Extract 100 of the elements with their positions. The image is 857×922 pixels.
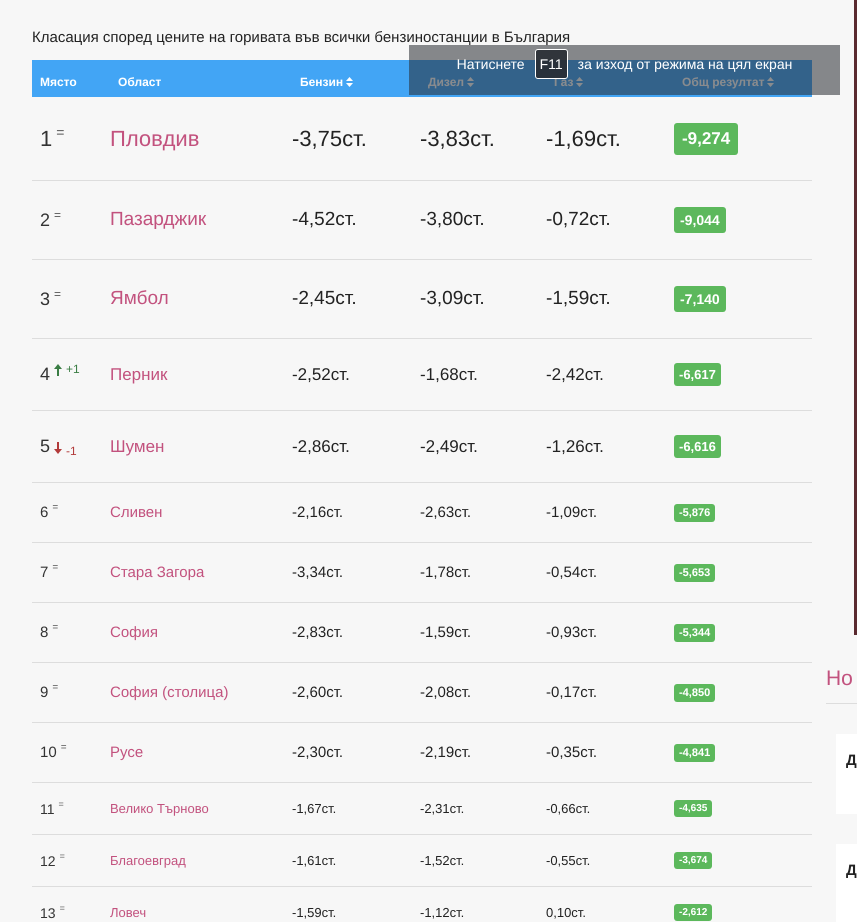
- sort-icon: [467, 76, 474, 86]
- region-link[interactable]: Пловдив: [110, 126, 292, 152]
- petrol-price-diff: -1,67ст.: [292, 801, 338, 816]
- rank-change: =: [52, 502, 58, 513]
- region-link[interactable]: Стара Загора: [110, 564, 292, 581]
- rank-number: 1: [40, 126, 52, 152]
- score-badge: -4,635: [674, 800, 712, 817]
- diesel-price-diff: -1,52ст.: [420, 853, 466, 868]
- rank-number: 3: [40, 288, 50, 310]
- region-link[interactable]: Ямбол: [110, 288, 292, 310]
- region-link[interactable]: София (столица): [110, 684, 292, 701]
- petrol-price-diff: -4,52ст.: [292, 209, 358, 231]
- gas-price-diff: -1,69ст.: [546, 126, 622, 152]
- score-badge: -5,344: [674, 624, 716, 642]
- score-badge: -9,274: [674, 122, 738, 154]
- sort-icon: [576, 76, 584, 86]
- gas-price-diff: -0,72ст.: [546, 209, 612, 231]
- petrol-price-diff: -2,86ст.: [292, 436, 351, 456]
- gas-price-diff: -1,26ст.: [546, 436, 605, 456]
- rank-number: 12: [40, 852, 56, 868]
- sort-icon: [767, 76, 774, 86]
- rank-change: +1: [66, 362, 80, 376]
- diesel-price-diff: -1,59ст.: [420, 624, 472, 641]
- region-link[interactable]: Велико Търново: [110, 801, 292, 816]
- gas-price-diff: -0,17ст.: [546, 684, 598, 701]
- rank-change: =: [54, 208, 62, 222]
- region-link[interactable]: Ловеч: [110, 905, 292, 920]
- score-badge: -6,616: [674, 435, 721, 458]
- region-link[interactable]: София: [110, 624, 292, 641]
- news-card[interactable]: Д: [836, 734, 857, 814]
- rank-number: 7: [40, 564, 48, 581]
- rank-change: =: [52, 562, 58, 573]
- region-link[interactable]: Перник: [110, 364, 292, 384]
- news-card[interactable]: Д: [836, 844, 857, 922]
- region-link[interactable]: Русе: [110, 744, 292, 761]
- gas-price-diff: -1,59ст.: [546, 288, 612, 310]
- rank-change: =: [58, 798, 64, 808]
- notice-text: за изход от режима на цял екран: [578, 56, 792, 72]
- rank-change: =: [60, 850, 65, 860]
- gas-price-diff: -1,09ст.: [546, 504, 598, 521]
- sidebar-heading: Но: [826, 667, 857, 704]
- rank-number: 9: [40, 684, 48, 701]
- score-badge: -5,653: [674, 564, 716, 582]
- petrol-price-diff: -1,59ст.: [292, 905, 338, 920]
- key-label: F11: [534, 49, 568, 79]
- diesel-price-diff: -3,80ст.: [420, 209, 486, 231]
- petrol-price-diff: -2,16ст.: [292, 504, 344, 521]
- rank-number: 4: [40, 364, 50, 385]
- column-header: Област: [118, 74, 162, 88]
- score-badge: -4,850: [674, 684, 716, 702]
- rank-number: 10: [40, 744, 57, 761]
- rank-number: 8: [40, 624, 48, 641]
- rank-number: 5: [40, 436, 50, 456]
- score-badge: -3,674: [674, 852, 712, 869]
- petrol-price-diff: -3,75ст.: [292, 126, 368, 152]
- diesel-price-diff: -2,19ст.: [420, 744, 472, 761]
- rank-change: =: [52, 682, 58, 693]
- score-badge: -9,044: [674, 207, 726, 233]
- diesel-price-diff: -1,78ст.: [420, 564, 472, 581]
- notice-text: Натиснете: [456, 56, 525, 72]
- petrol-price-diff: -2,52ст.: [292, 364, 351, 384]
- diesel-price-diff: -2,31ст.: [420, 801, 466, 816]
- rank-change: =: [60, 742, 67, 753]
- region-link[interactable]: Сливен: [110, 504, 292, 521]
- petrol-price-diff: -2,83ст.: [292, 624, 344, 641]
- rank-number: 13: [40, 904, 56, 920]
- gas-price-diff: -2,42ст.: [546, 364, 605, 384]
- score-badge: -6,617: [674, 363, 721, 386]
- column-header: Място: [40, 74, 77, 88]
- diesel-price-diff: -2,63ст.: [420, 504, 472, 521]
- diesel-price-diff: -2,49ст.: [420, 436, 479, 456]
- petrol-price-diff: -2,60ст.: [292, 684, 344, 701]
- region-link[interactable]: Благоевград: [110, 853, 292, 868]
- score-badge: -5,876: [674, 504, 716, 522]
- column-header[interactable]: Бензин: [300, 74, 354, 88]
- rank-change: -1: [66, 444, 77, 458]
- score-badge: -2,612: [674, 904, 712, 921]
- rank-change: =: [60, 902, 65, 912]
- page-title: Класация според цените на горивата във всички бензиностанции в България: [32, 28, 572, 48]
- diesel-price-diff: -1,12ст.: [420, 905, 466, 920]
- gas-price-diff: -0,35ст.: [546, 744, 598, 761]
- rank-change: =: [56, 124, 64, 140]
- region-link[interactable]: Шумен: [110, 436, 292, 456]
- rank-change: =: [52, 622, 58, 633]
- rank-change: =: [54, 286, 62, 300]
- diesel-price-diff: -3,09ст.: [420, 288, 486, 310]
- region-link[interactable]: Пазарджик: [110, 209, 292, 231]
- diesel-price-diff: -2,08ст.: [420, 684, 472, 701]
- gas-price-diff: -0,55ст.: [546, 853, 592, 868]
- diesel-price-diff: -3,83ст.: [420, 126, 496, 152]
- gas-price-diff: 0,10ст.: [546, 905, 587, 920]
- petrol-price-diff: -2,30ст.: [292, 744, 344, 761]
- petrol-price-diff: -3,34ст.: [292, 564, 344, 581]
- score-badge: -7,140: [674, 286, 726, 312]
- sort-icon: [346, 76, 354, 86]
- gas-price-diff: -0,93ст.: [546, 624, 598, 641]
- score-badge: -4,841: [674, 744, 716, 762]
- rank-number: 11: [40, 800, 55, 816]
- petrol-price-diff: -2,45ст.: [292, 288, 358, 310]
- gas-price-diff: -0,66ст.: [546, 801, 592, 816]
